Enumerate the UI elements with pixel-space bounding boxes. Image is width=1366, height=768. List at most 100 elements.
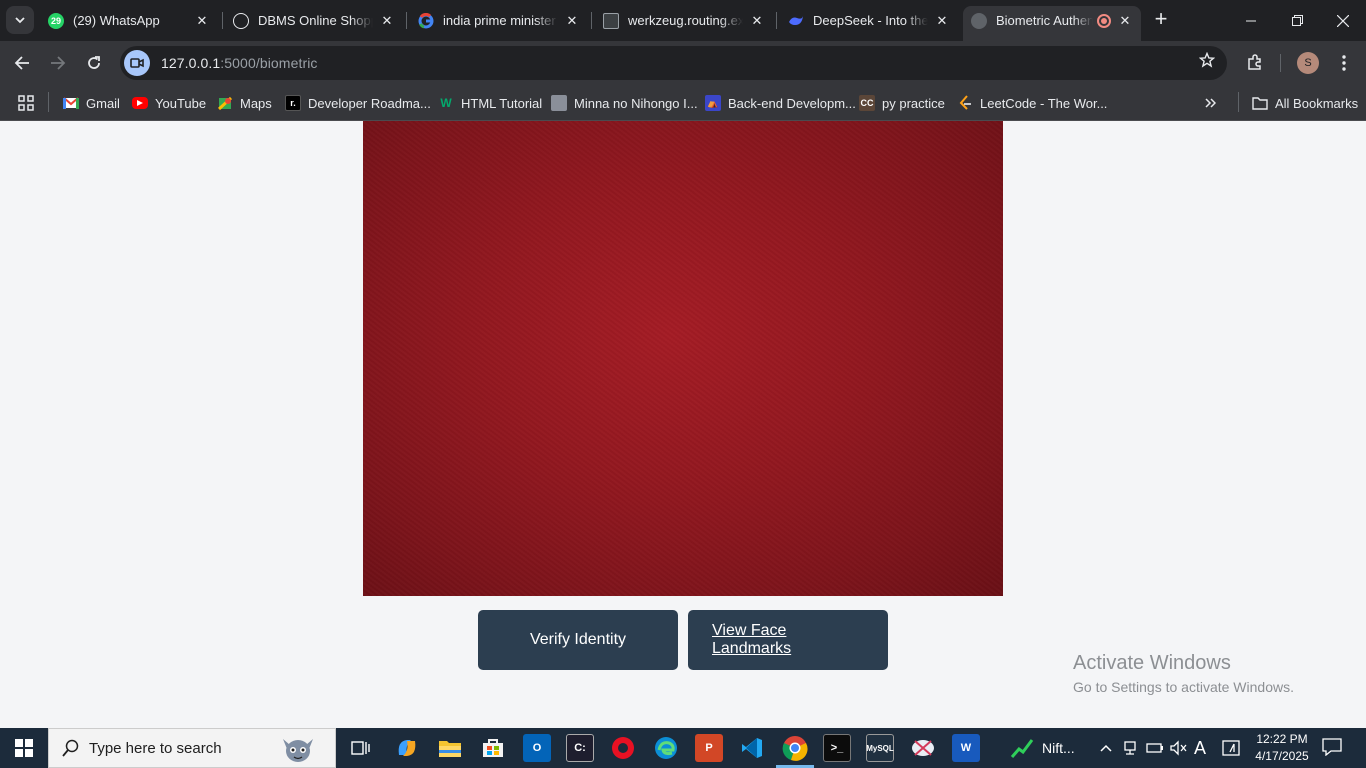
edge-icon[interactable] bbox=[652, 734, 680, 762]
search-placeholder: Type here to search bbox=[89, 739, 222, 757]
outlook-icon[interactable]: O bbox=[523, 734, 551, 762]
network-icon[interactable] bbox=[1122, 728, 1138, 768]
close-icon[interactable]: ✕ bbox=[379, 13, 395, 29]
close-icon[interactable]: ✕ bbox=[564, 13, 580, 29]
close-icon[interactable]: ✕ bbox=[749, 13, 765, 29]
close-window-button[interactable] bbox=[1320, 0, 1366, 41]
google-icon bbox=[418, 12, 434, 29]
mysql-icon[interactable]: MySQL bbox=[866, 734, 894, 762]
url-path: :5000/biometric bbox=[220, 55, 318, 71]
bookmarks-divider bbox=[48, 92, 49, 112]
copilot-icon[interactable] bbox=[393, 734, 421, 762]
back-button[interactable] bbox=[8, 49, 36, 77]
url-host: 127.0.0.1 bbox=[161, 55, 221, 71]
bookmark-label: HTML Tutorial bbox=[461, 95, 543, 111]
tab-biometric[interactable]: Biometric Authentication ✕ bbox=[963, 6, 1141, 41]
taskbar-clock[interactable]: 12:22 PM 4/17/2025 bbox=[1250, 731, 1314, 765]
extensions-button[interactable] bbox=[1241, 49, 1269, 77]
bookmark-label: LeetCode - The Wor... bbox=[980, 95, 1108, 111]
chevron-up-icon bbox=[1100, 744, 1112, 752]
terminal-icon[interactable]: >_ bbox=[823, 734, 851, 762]
volume-muted-icon[interactable] bbox=[1169, 728, 1187, 768]
clock-time: 12:22 PM bbox=[1256, 732, 1308, 746]
bookmark-developer-roadmap[interactable]: r. Developer Roadma... bbox=[285, 91, 431, 115]
all-bookmarks-button[interactable]: All Bookmarks bbox=[1252, 91, 1358, 115]
search-icon bbox=[61, 738, 81, 758]
deepseek-icon bbox=[788, 13, 804, 29]
verify-identity-button[interactable]: Verify Identity bbox=[478, 610, 678, 670]
powerpoint-icon[interactable]: P bbox=[695, 734, 723, 762]
bookmark-gmail[interactable]: Gmail bbox=[63, 91, 120, 115]
minimize-button[interactable] bbox=[1228, 0, 1274, 41]
tab-search-button[interactable] bbox=[6, 6, 34, 34]
reload-button[interactable] bbox=[80, 49, 108, 77]
terminal-icon bbox=[603, 12, 619, 29]
bookmarks-divider bbox=[1238, 92, 1239, 112]
bookmark-youtube[interactable]: YouTube bbox=[132, 91, 206, 115]
clock-date: 4/17/2025 bbox=[1255, 749, 1309, 763]
close-icon[interactable]: ✕ bbox=[934, 13, 950, 29]
tab-whatsapp[interactable]: 29 (29) WhatsApp ✕ bbox=[40, 6, 218, 35]
ime-icon[interactable] bbox=[1222, 728, 1240, 768]
close-icon[interactable]: ✕ bbox=[194, 13, 210, 29]
search-highlight-icon[interactable] bbox=[279, 733, 317, 765]
input-language-icon[interactable]: A bbox=[1194, 728, 1206, 768]
leetcode-icon bbox=[957, 95, 973, 111]
chevron-double-right-icon bbox=[1205, 98, 1216, 108]
image-icon bbox=[551, 95, 567, 111]
notifications-icon[interactable] bbox=[1322, 738, 1344, 758]
bookmark-leetcode[interactable]: LeetCode - The Wor... bbox=[957, 91, 1107, 115]
freecodecamp-icon: ⛺ bbox=[705, 95, 721, 111]
view-face-landmarks-link[interactable]: View Face Landmarks bbox=[688, 610, 888, 670]
profile-avatar[interactable]: S bbox=[1297, 52, 1319, 74]
new-tab-button[interactable]: + bbox=[1150, 8, 1172, 31]
bookmark-label: YouTube bbox=[155, 95, 207, 111]
bookmark-html-tutorial[interactable]: W HTML Tutorial bbox=[438, 91, 542, 115]
microsoft-store-icon[interactable] bbox=[479, 734, 507, 762]
close-icon bbox=[1337, 14, 1349, 27]
maps-icon bbox=[217, 95, 233, 111]
file-explorer-icon[interactable] bbox=[436, 734, 464, 762]
tab-dbms[interactable]: DBMS Online Shopping ✕ bbox=[225, 6, 403, 35]
start-button[interactable] bbox=[0, 728, 48, 768]
taskbar-search-box[interactable]: Type here to search bbox=[48, 728, 336, 768]
chrome-icon[interactable] bbox=[781, 734, 809, 762]
tab-strip: 29 (29) WhatsApp ✕ DBMS Online Shopping … bbox=[0, 0, 1366, 41]
tab-divider bbox=[406, 12, 407, 29]
bookmark-backend-development[interactable]: ⛺ Back-end Developm... bbox=[705, 91, 856, 115]
vscode-icon[interactable] bbox=[738, 734, 766, 762]
close-icon[interactable]: ✕ bbox=[1117, 13, 1133, 29]
recorder-icon[interactable] bbox=[609, 734, 637, 762]
apps-button[interactable] bbox=[18, 91, 34, 115]
bookmark-maps[interactable]: Maps bbox=[217, 91, 272, 115]
bookmark-label: Minna no Nihongo I... bbox=[574, 95, 698, 111]
restore-button[interactable] bbox=[1274, 0, 1320, 41]
address-bar[interactable]: 127.0.0.1:5000/biometric bbox=[120, 46, 1227, 80]
task-view-icon[interactable] bbox=[347, 734, 375, 762]
activate-windows-watermark: Activate Windows Go to Settings to activ… bbox=[1073, 651, 1294, 695]
more-vertical-icon bbox=[1342, 55, 1346, 71]
stock-widget-label: Nift... bbox=[1042, 740, 1075, 756]
tab-title: DBMS Online Shopping bbox=[258, 13, 373, 28]
bookmark-star-icon[interactable] bbox=[1198, 51, 1216, 73]
show-hidden-icons[interactable] bbox=[1099, 728, 1113, 768]
word-icon[interactable]: W bbox=[952, 734, 980, 762]
camera-in-use-icon[interactable] bbox=[124, 50, 150, 76]
view-face-landmarks-label: View Face Landmarks bbox=[712, 622, 792, 657]
tab-google-search[interactable]: india prime minister - ✕ bbox=[410, 6, 588, 35]
tab-deepseek[interactable]: DeepSeek - Into the Unknown ✕ bbox=[780, 6, 958, 35]
forward-button[interactable] bbox=[44, 49, 72, 77]
tab-divider bbox=[776, 12, 777, 29]
tab-werkzeug[interactable]: werkzeug.routing.exc ✕ bbox=[595, 6, 773, 35]
bookmark-py-practice[interactable]: CC py practice bbox=[859, 91, 945, 115]
tab-divider bbox=[222, 12, 223, 29]
snipping-tool-icon[interactable] bbox=[909, 734, 937, 762]
stock-widget[interactable]: Nift... bbox=[1010, 728, 1075, 768]
menu-button[interactable] bbox=[1330, 49, 1358, 77]
bookmark-minna-no-nihongo[interactable]: Minna no Nihongo I... bbox=[551, 91, 698, 115]
battery-icon[interactable] bbox=[1146, 728, 1164, 768]
c-compiler-icon[interactable]: C: bbox=[566, 734, 594, 762]
more-bookmarks-button[interactable] bbox=[1204, 91, 1216, 115]
verify-identity-label: Verify Identity bbox=[529, 631, 627, 648]
url-text[interactable]: 127.0.0.1:5000/biometric bbox=[161, 55, 318, 71]
